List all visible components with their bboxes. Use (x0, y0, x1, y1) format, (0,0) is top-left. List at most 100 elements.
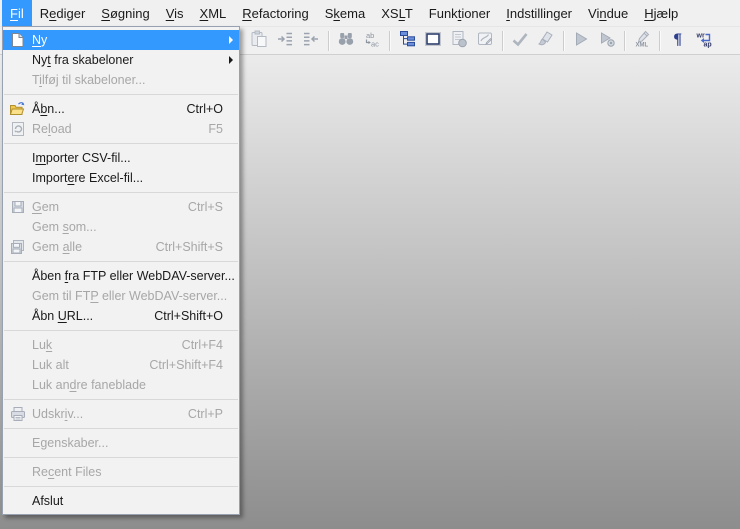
binoculars-button (334, 29, 358, 53)
menu-item-label: Afslut (32, 494, 64, 508)
toolbar-separator (659, 30, 660, 51)
element-tree-button[interactable] (395, 29, 419, 53)
menu-item-gem-alle[interactable]: Gem alle Ctrl+Shift+S (3, 237, 239, 257)
play-gear-button (595, 29, 619, 53)
menu-item-udskriv[interactable]: Udskriv... Ctrl+P (3, 404, 239, 424)
document-pen-button (473, 29, 497, 53)
xml-dropper-icon: XML (633, 30, 651, 51)
application-window: Fil Rediger Søgning Vis XML Refactoring Skema X… (0, 0, 740, 529)
menubar-item-vis[interactable]: Vis (158, 0, 192, 26)
brush-icon (537, 30, 555, 51)
menu-item-tilfoj-til-skabeloner[interactable]: Tilføj til skabeloner... (3, 70, 239, 90)
paste-button (247, 29, 271, 53)
xml-dropper-button: XML (630, 29, 654, 53)
toolbar-separator (563, 30, 564, 51)
word-wrap-icon: wr ap (694, 30, 713, 51)
menu-item-label: Åben fra FTP eller WebDAV-server... (32, 269, 235, 283)
menubar-item-xslt[interactable]: XSLT (373, 0, 421, 26)
menu-item-egenskaber[interactable]: Egenskaber... (3, 433, 239, 453)
menu-item-abn[interactable]: Åbn... Ctrl+O (3, 99, 239, 119)
menubar-item-funktioner[interactable]: Funktioner (421, 0, 498, 26)
menu-item-luk[interactable]: Luk Ctrl+F4 (3, 335, 239, 355)
menubar-item-skema[interactable]: Skema (317, 0, 373, 26)
menu-item-importere-excel-fil[interactable]: Importere Excel-fil... (3, 168, 239, 188)
menu-separator (4, 399, 238, 400)
menu-item-gem-som[interactable]: Gem som... (3, 217, 239, 237)
menu-item-label: Nyt fra skabeloner (32, 53, 134, 67)
menubar-item-label: Skema (324, 5, 366, 21)
indent-right-button (273, 29, 297, 53)
indent-left-icon (302, 30, 320, 51)
menubar-item-refactoring[interactable]: Refactoring (234, 0, 316, 26)
word-wrap-button[interactable]: wr ap (691, 29, 715, 53)
checkmark-button (508, 29, 532, 53)
menu-separator (4, 261, 238, 262)
menubar-item-vindue[interactable]: Vindue (580, 0, 636, 26)
empty-box-button[interactable] (421, 29, 445, 53)
play-gear-icon (598, 30, 616, 51)
menubar-item-label: XSLT (381, 5, 413, 21)
play-button (569, 29, 593, 53)
menubar-item-label: Vindue (588, 5, 629, 21)
menubar-item-label: Søgning (101, 5, 150, 21)
menubar-item-label: Fil (10, 5, 24, 21)
menu-item-abn-url[interactable]: Åbn URL... Ctrl+Shift+O (3, 306, 239, 326)
menu-item-label: Luk (32, 338, 53, 352)
toolbar-separator (502, 30, 503, 51)
svg-text:ap: ap (703, 42, 711, 49)
menu-item-shortcut: Ctrl+F4 (181, 338, 223, 352)
menu-item-reload[interactable]: Reload F5 (3, 119, 239, 139)
menubar-item-rediger[interactable]: Rediger (32, 0, 94, 26)
file-menu-popup: Ny Nyt fra skabeloner Tilføj til skabelone… (2, 26, 240, 515)
menu-separator (4, 330, 238, 331)
document-pen-icon (476, 30, 494, 51)
menu-item-label: Importer CSV-fil... (32, 151, 131, 165)
menu-separator (4, 428, 238, 429)
element-tree-icon (398, 30, 416, 51)
menu-item-gem-til-ftp[interactable]: Gem til FTP eller WebDAV-server... (3, 286, 239, 306)
menubar-item-label: Indstillinger (506, 5, 573, 21)
menu-item-aben-fra-ftp[interactable]: Åben fra FTP eller WebDAV-server... (3, 266, 239, 286)
menu-item-gem[interactable]: Gem Ctrl+S (3, 197, 239, 217)
menubar-item-xml[interactable]: XML (192, 0, 235, 26)
menu-item-label: Luk alt (32, 358, 69, 372)
menu-item-label: Recent Files (32, 465, 102, 479)
menubar-item-label: Hjælp (644, 5, 679, 21)
menu-item-importer-csv-fil[interactable]: Importer CSV-fil... (3, 148, 239, 168)
menu-item-afslut[interactable]: Afslut (3, 491, 239, 511)
menu-item-label: Åbn... (32, 102, 65, 116)
menu-item-luk-andre-faneblade[interactable]: Luk andre faneblade (3, 375, 239, 395)
menubar-item-label: Refactoring (242, 5, 309, 21)
menubar-item-fil[interactable]: Fil (2, 0, 32, 26)
menu-item-label: Ny (32, 33, 48, 47)
svg-text:wr: wr (695, 33, 704, 40)
svg-text:¶: ¶ (673, 32, 682, 49)
menubar-item-hjaelp[interactable]: Hjælp (636, 0, 686, 26)
paste-icon (250, 30, 268, 51)
menu-item-shortcut: F5 (208, 122, 223, 136)
menu-item-shortcut: Ctrl+S (187, 200, 223, 214)
save-all-icon (3, 239, 32, 255)
menu-item-luk-alt[interactable]: Luk alt Ctrl+Shift+F4 (3, 355, 239, 375)
menu-item-ny[interactable]: Ny (3, 30, 239, 50)
menubar-item-label: Funktioner (428, 5, 491, 21)
reload-icon (3, 121, 32, 137)
menu-item-label: Luk andre faneblade (32, 378, 146, 392)
pilcrow-button[interactable]: ¶ (665, 29, 689, 53)
play-icon (572, 30, 590, 51)
menu-item-label: Tilføj til skabeloner... (32, 73, 146, 87)
empty-box-icon (424, 30, 442, 51)
indent-left-button (299, 29, 323, 53)
menu-item-recent-files[interactable]: Recent Files (3, 462, 239, 482)
menu-item-label: Gem som... (32, 220, 97, 234)
submenu-arrow-icon (229, 56, 233, 64)
menubar-item-indstillinger[interactable]: Indstillinger (498, 0, 580, 26)
menu-item-label: Gem (32, 200, 60, 214)
document-ball-button (447, 29, 471, 53)
print-icon (3, 406, 32, 422)
menu-item-label: Gem til FTP eller WebDAV-server... (32, 289, 228, 303)
submenu-arrow-icon (229, 36, 233, 44)
menu-item-nyt-fra-skabeloner[interactable]: Nyt fra skabeloner (3, 50, 239, 70)
menubar-item-sogning[interactable]: Søgning (93, 0, 157, 26)
menu-item-label: Udskriv... (32, 407, 84, 421)
